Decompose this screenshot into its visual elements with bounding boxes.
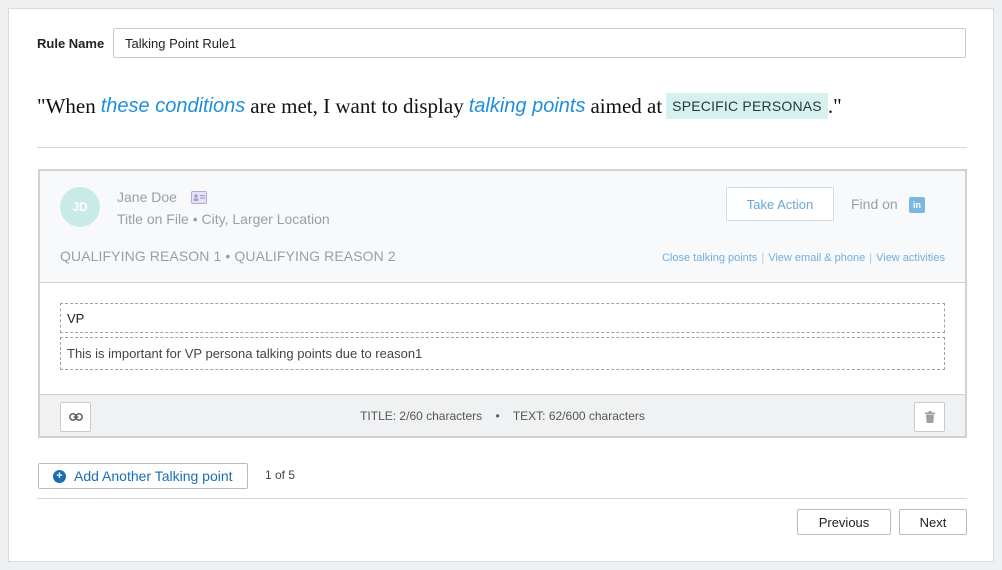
talking-points-link[interactable]: talking points bbox=[469, 95, 586, 118]
title-char-count: TITLE: 2/60 characters bbox=[360, 409, 483, 423]
sentence-mid-1: are met, I want to display bbox=[250, 93, 464, 118]
take-action-button[interactable]: Take Action bbox=[726, 187, 834, 221]
character-counts: TITLE: 2/60 characters • TEXT: 62/600 ch… bbox=[40, 409, 965, 423]
add-talking-point-label: Add Another Talking point bbox=[74, 468, 233, 484]
specific-personas-chip[interactable]: SPECIFIC PERSONAS bbox=[666, 93, 828, 119]
next-button[interactable]: Next bbox=[899, 509, 967, 535]
contact-title-location: Title on File • City, Larger Location bbox=[117, 211, 330, 227]
link-separator: | bbox=[761, 252, 765, 264]
previous-button[interactable]: Previous bbox=[797, 509, 891, 535]
rule-name-row: Rule Name bbox=[37, 28, 967, 58]
vcard-icon[interactable] bbox=[191, 191, 207, 204]
linkedin-icon[interactable]: in bbox=[909, 197, 925, 213]
text-char-count: TEXT: 62/600 characters bbox=[512, 409, 645, 423]
trash-icon bbox=[924, 411, 935, 423]
sentence-open: "When bbox=[37, 93, 96, 118]
rule-sentence: "When these conditions are met, I want t… bbox=[37, 89, 967, 123]
divider bbox=[37, 498, 967, 499]
talking-point-text-field[interactable]: This is important for VP persona talking… bbox=[60, 337, 945, 370]
divider bbox=[37, 147, 967, 148]
talking-point-page-count: 1 of 5 bbox=[265, 468, 296, 482]
find-on-label: Find on bbox=[851, 196, 898, 212]
view-activities-link[interactable]: View activities bbox=[876, 252, 945, 264]
rule-name-input[interactable] bbox=[113, 28, 966, 58]
talking-point-title-field[interactable]: VP bbox=[60, 303, 945, 333]
view-email-phone-link[interactable]: View email & phone bbox=[768, 252, 865, 264]
talking-point-card: JD Jane Doe Title on File • City, Larger… bbox=[38, 169, 967, 438]
avatar: JD bbox=[60, 187, 100, 227]
card-footer: TITLE: 2/60 characters • TEXT: 62/600 ch… bbox=[40, 394, 965, 436]
count-separator: • bbox=[495, 409, 500, 423]
preview-header: JD Jane Doe Title on File • City, Larger… bbox=[40, 171, 965, 283]
link-separator: | bbox=[869, 252, 873, 264]
plus-circle-icon: + bbox=[53, 469, 66, 483]
rule-editor-panel: Rule Name "When these conditions are met… bbox=[8, 8, 994, 562]
contact-name: Jane Doe bbox=[117, 189, 177, 205]
delete-talking-point-button[interactable] bbox=[914, 402, 945, 432]
add-talking-point-button[interactable]: + Add Another Talking point bbox=[38, 463, 248, 489]
close-talking-points-link[interactable]: Close talking points bbox=[662, 252, 757, 264]
qualifying-reasons: QUALIFYING REASON 1 • QUALIFYING REASON … bbox=[60, 248, 396, 264]
sentence-close: ." bbox=[827, 93, 842, 118]
rule-name-label: Rule Name bbox=[37, 35, 105, 51]
conditions-link[interactable]: these conditions bbox=[101, 95, 246, 118]
sentence-mid-2: aimed at bbox=[590, 93, 663, 118]
preview-links: Close talking points | View email & phon… bbox=[662, 252, 945, 264]
